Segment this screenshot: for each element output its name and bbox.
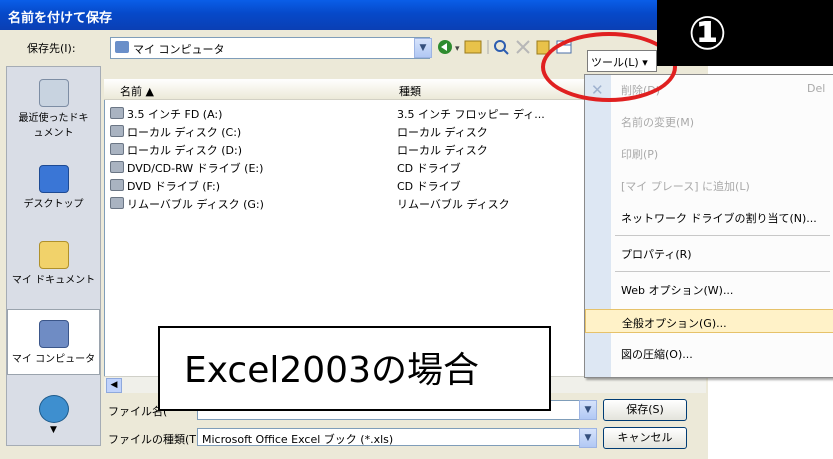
menu-item-label: 全般オプション(G)... [622, 317, 727, 330]
desktop-icon [38, 165, 69, 193]
file-type: 3.5 インチ フロッピー ディ... [397, 108, 545, 121]
caption-box: Excel2003の場合 [158, 326, 551, 411]
file-name: 3.5 インチ FD (A:) [127, 108, 223, 121]
title-bar: 名前を付けて保存 [0, 0, 708, 30]
my-documents-icon [38, 241, 69, 269]
menu-item-compress-pictures[interactable]: 図の圧縮(O)... [585, 341, 833, 365]
place-my-computer-label: マイ コンピュータ [11, 354, 96, 365]
file-name: リムーバブル ディスク (G:) [127, 198, 264, 211]
lookin-value: マイ コンピュータ [133, 43, 225, 56]
place-my-documents-label: マイ ドキュメント [11, 275, 96, 286]
list-item[interactable]: 3.5 インチ FD (A:) [110, 106, 222, 122]
column-type[interactable]: 種類 [399, 83, 421, 99]
menu-item-print[interactable]: 印刷(P) [585, 141, 833, 165]
menu-item-label: 図の圧縮(O)... [621, 348, 693, 361]
my-computer-icon [115, 41, 129, 53]
removable-disk-icon [110, 197, 124, 209]
step-number: ① [688, 6, 727, 60]
list-item[interactable]: ローカル ディスク (C:) [110, 124, 241, 140]
delete-icon[interactable] [516, 40, 530, 54]
menu-item-map-network-drive[interactable]: ネットワーク ドライブの割り当て(N)... [585, 205, 833, 229]
recent-documents-icon [38, 79, 69, 107]
menu-item-rename[interactable]: 名前の変更(M) [585, 109, 833, 133]
list-item[interactable]: DVD/CD-RW ドライブ (E:) [110, 160, 263, 176]
file-type: CD ドライブ [397, 162, 461, 175]
place-recent-label: 最近使ったドキュメント [18, 113, 89, 139]
menu-item-properties[interactable]: プロパティ(R) [585, 241, 833, 265]
file-name: ローカル ディスク (D:) [127, 144, 242, 157]
place-network[interactable]: ▼ [7, 395, 100, 435]
cancel-button[interactable]: キャンセル [603, 427, 687, 449]
up-folder-icon[interactable] [464, 40, 482, 54]
place-my-documents[interactable]: マイ ドキュメント [7, 241, 100, 286]
my-computer-icon [38, 320, 69, 348]
svg-text:▾: ▾ [455, 44, 460, 54]
list-item[interactable]: リムーバブル ディスク (G:) [110, 196, 264, 212]
column-name[interactable]: 名前 ▲ [120, 83, 154, 99]
menu-item-label: [マイ プレース] に追加(L) [621, 180, 750, 193]
dvd-drive-icon [110, 161, 124, 173]
tools-dropdown-menu: ✕ 削除(D) Del 名前の変更(M) 印刷(P) [マイ プレース] に追加(… [584, 74, 833, 378]
scroll-down-icon[interactable]: ▼ [7, 425, 100, 435]
filename-dropdown-button[interactable]: ▼ [579, 400, 597, 420]
file-type: リムーバブル ディスク [397, 198, 510, 211]
search-web-icon[interactable] [494, 40, 506, 52]
scroll-left-icon[interactable]: ◀ [106, 378, 122, 393]
filetype-dropdown-button[interactable]: ▼ [579, 428, 597, 448]
hard-disk-icon [110, 143, 124, 155]
menu-item-general-options[interactable]: 全般オプション(G)... [585, 309, 833, 333]
menu-separator [615, 271, 830, 272]
save-button[interactable]: 保存(S) [603, 399, 687, 421]
places-bar: 最近使ったドキュメント デスクトップ マイ ドキュメント マイ コンピュータ ▼ [6, 66, 101, 446]
hard-disk-icon [110, 125, 124, 137]
step-badge [657, 0, 833, 66]
caption-text: Excel2003の場合 [184, 350, 479, 391]
network-places-icon [38, 395, 69, 423]
file-type: ローカル ディスク [397, 126, 488, 139]
file-name: DVD ドライブ (F:) [127, 180, 221, 193]
file-type: CD ドライブ [397, 180, 461, 193]
lookin-dropdown-button[interactable]: ▼ [414, 38, 432, 58]
menu-separator [615, 235, 830, 236]
filetype-label: ファイルの種類(T): [108, 433, 205, 446]
menu-item-label: 名前の変更(M) [621, 116, 695, 129]
filetype-select[interactable]: Microsoft Office Excel ブック (*.xls) [197, 428, 581, 446]
lookin-combo[interactable]: マイ コンピュータ [110, 37, 430, 59]
lookin-label: 保存先(I): [27, 42, 76, 55]
floppy-drive-icon [110, 107, 124, 119]
place-desktop[interactable]: デスクトップ [7, 165, 100, 210]
place-recent[interactable]: 最近使ったドキュメント [7, 79, 100, 139]
list-item[interactable]: ローカル ディスク (D:) [110, 142, 242, 158]
menu-item-shortcut: Del [807, 82, 826, 95]
place-my-computer[interactable]: マイ コンピュータ [7, 309, 100, 375]
dialog-title: 名前を付けて保存 [8, 11, 113, 26]
menu-item-add-to-my-places[interactable]: [マイ プレース] に追加(L) [585, 173, 833, 197]
menu-item-label: ネットワーク ドライブの割り当て(N)... [621, 212, 817, 225]
list-item[interactable]: DVD ドライブ (F:) [110, 178, 220, 194]
place-desktop-label: デスクトップ [23, 199, 84, 210]
dvd-drive-icon [110, 179, 124, 191]
menu-item-label: Web オプション(W)... [621, 284, 734, 297]
menu-item-label: プロパティ(R) [621, 248, 692, 261]
menu-item-web-options[interactable]: Web オプション(W)... [585, 277, 833, 301]
filetype-value: Microsoft Office Excel ブック (*.xls) [202, 433, 394, 446]
menu-item-label: 印刷(P) [621, 148, 659, 161]
file-name: ローカル ディスク (C:) [127, 126, 242, 139]
file-name: DVD/CD-RW ドライブ (E:) [127, 162, 264, 175]
file-type: ローカル ディスク [397, 144, 488, 157]
